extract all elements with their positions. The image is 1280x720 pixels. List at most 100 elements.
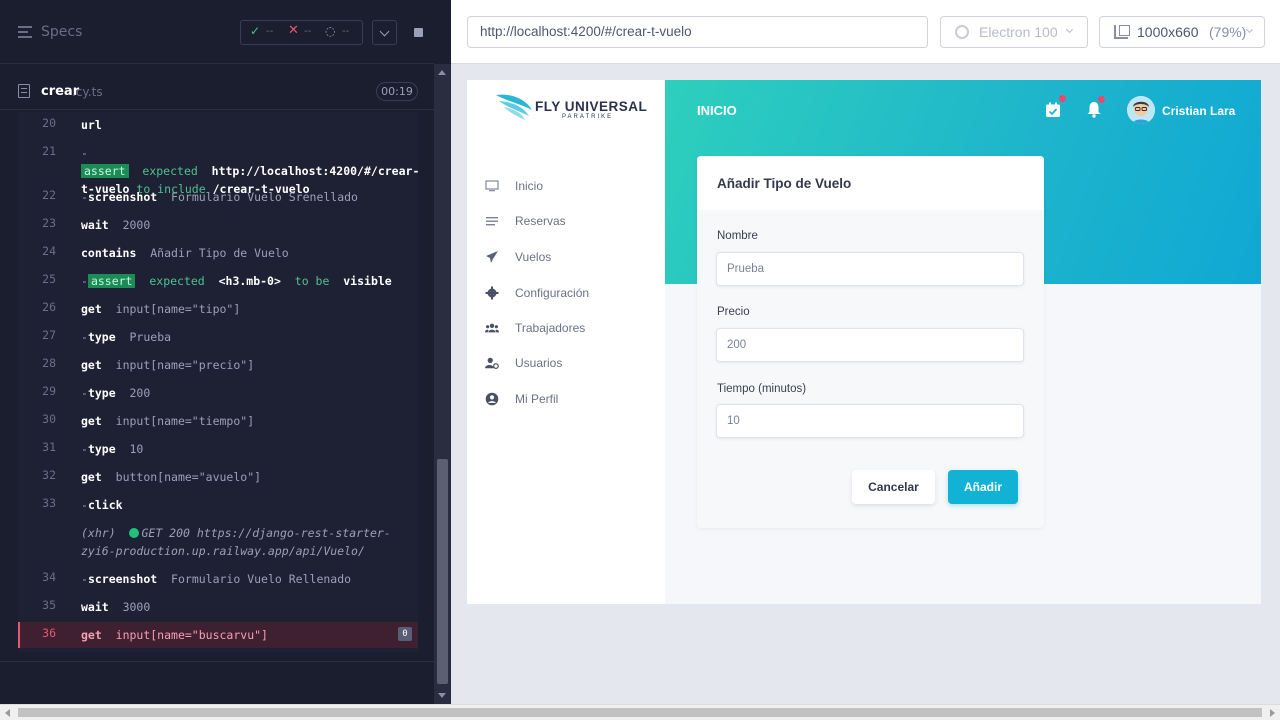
scroll-thumb[interactable] [437, 459, 448, 684]
command-row[interactable]: 24 contains Añadir Tipo de Vuelo [18, 244, 418, 262]
bell-icon[interactable] [1086, 101, 1102, 118]
assert-badge: assert [87, 274, 136, 288]
command-number: 23 [42, 216, 56, 230]
command-row[interactable]: 26 get input[name="tipo"] [18, 300, 418, 318]
command-name: contains [81, 246, 137, 260]
browser-selector[interactable]: Electron 100 [940, 16, 1088, 48]
user-name[interactable]: Cristian Lara [1162, 104, 1235, 118]
command-number: 24 [42, 244, 56, 258]
command-message: Añadir Tipo de Vuelo [150, 246, 289, 260]
nav-item-reservas[interactable]: Reservas [485, 212, 655, 232]
collapse-chevron-button[interactable] [372, 20, 397, 45]
card-header: Añadir Tipo de Vuelo [697, 156, 1044, 210]
assert-text: to be [294, 274, 330, 288]
scroll-thumb[interactable] [18, 708, 1262, 717]
command-message: 10 [129, 442, 144, 456]
specs-menu-icon[interactable] [18, 26, 32, 38]
command-name: get [81, 302, 102, 316]
command-name: screenshot [87, 190, 158, 204]
command-row[interactable]: 23 wait 2000 [18, 216, 418, 234]
users-icon [485, 323, 499, 333]
chevron-down-icon [1065, 25, 1074, 34]
command-row[interactable]: 31 -type 10 [18, 440, 418, 458]
notification-dot [1059, 95, 1066, 102]
specs-label[interactable]: Specs [41, 24, 82, 40]
stop-button[interactable] [405, 20, 430, 45]
command-number: 33 [42, 496, 56, 510]
command-row[interactable]: 32 get button[name="avuelo"] [18, 468, 418, 486]
scroll-left-icon[interactable] [5, 709, 10, 717]
tiempo-label: Tiempo (minutos) [717, 383, 807, 395]
scroll-down-icon[interactable] [438, 693, 446, 698]
nav-item-configuracion[interactable]: Configuración [485, 284, 655, 304]
nav-item-inicio[interactable]: Inicio [485, 177, 655, 197]
command-row[interactable]: 35 wait 3000 [18, 598, 418, 616]
cancel-button[interactable]: Cancelar [852, 470, 935, 504]
precio-input[interactable]: 200 [716, 328, 1024, 362]
command-name: get [81, 414, 102, 428]
scroll-up-icon[interactable] [438, 70, 446, 75]
command-message: button[name="avuelo"] [115, 470, 262, 484]
command-row[interactable]: 21 -assert expected http://localhost:420… [18, 144, 418, 196]
command-row[interactable]: 28 get input[name="precio"] [18, 356, 418, 374]
nav-item-vuelos[interactable]: Vuelos [485, 248, 655, 268]
nav-label: Configuración [515, 286, 590, 300]
failed-command-row[interactable]: 36 get input[name="buscarvu"] 0 [18, 622, 418, 648]
command-message: 200 [129, 386, 151, 400]
command-number: 34 [42, 570, 56, 584]
scroll-right-icon[interactable] [1270, 709, 1275, 717]
runner-toolbar: http://localhost:4200/#/crear-t-vuelo El… [451, 0, 1280, 64]
viewport-selector[interactable]: 1000x660 (79%) [1099, 16, 1265, 48]
horizontal-scrollbar[interactable] [0, 704, 1280, 720]
logo-wing-icon [496, 94, 532, 120]
reporter-header: Specs ✓ -- ✕ -- ◌ -- [0, 0, 434, 64]
browser-label: Electron 100 [979, 24, 1058, 40]
command-row[interactable]: 33 -click [18, 496, 418, 514]
chevron-down-icon [1245, 25, 1254, 34]
file-icon [18, 84, 30, 98]
add-button[interactable]: Añadir [948, 470, 1018, 504]
pending-icon: ◌ [325, 24, 336, 38]
command-row[interactable]: 25 - assert expected <h3.mb-0> to be visi… [18, 272, 418, 290]
command-message: input[name="buscarvu"] [115, 628, 268, 642]
command-row[interactable]: 34 -screenshot Formulario Vuelo Rellenad… [18, 570, 418, 588]
nav-label: Inicio [515, 179, 544, 193]
command-name: type [87, 330, 116, 344]
aut-url-field[interactable]: http://localhost:4200/#/crear-t-vuelo [467, 16, 928, 48]
avatar[interactable] [1127, 96, 1155, 124]
command-message: Formulario Vuelo Rellenado [171, 572, 352, 586]
nav-item-usuarios[interactable]: Usuarios [485, 354, 655, 374]
assert-subject: <h3.mb-0> [218, 274, 281, 288]
xhr-row[interactable]: (xhr) GET 200 https://django-rest-starte… [18, 524, 418, 560]
nombre-label: Nombre [717, 230, 758, 242]
command-log-panel: Specs ✓ -- ✕ -- ◌ -- crear .cy.ts 00:19 … [0, 0, 451, 704]
failed-count: -- [304, 26, 312, 37]
reporter-scrollbar[interactable] [434, 64, 451, 704]
command-number: 35 [42, 598, 56, 612]
nav-label: Mi Perfil [515, 392, 559, 406]
status-dot-icon [129, 528, 140, 538]
command-number: 32 [42, 468, 56, 482]
xhr-label: (xhr) [81, 526, 116, 540]
assert-subject: visible [343, 274, 392, 288]
command-name: type [87, 442, 116, 456]
assert-badge: assert [81, 164, 129, 178]
command-number: 21 [42, 144, 56, 158]
command-row[interactable]: 30 get input[name="tiempo"] [18, 412, 418, 430]
command-row[interactable]: 20 url [18, 116, 418, 134]
page-title: INICIO [697, 103, 737, 118]
command-row[interactable]: 29 -type 200 [18, 384, 418, 402]
paper-plane-icon [486, 251, 498, 263]
command-name: url [81, 118, 102, 132]
assert-text: expected [142, 164, 198, 178]
command-row[interactable]: 22 -screenshot Formulario Vuelo Srenella… [18, 188, 418, 206]
nav-item-mi-perfil[interactable]: Mi Perfil [485, 390, 655, 410]
nombre-input[interactable]: Prueba [716, 252, 1024, 286]
nav-label: Vuelos [515, 250, 552, 264]
tiempo-input[interactable]: 10 [716, 404, 1024, 438]
nav-item-trabajadores[interactable]: Trabajadores [485, 319, 655, 339]
calendar-check-icon[interactable] [1045, 102, 1061, 118]
logo-title: FLY UNIVERSAL [535, 99, 648, 114]
add-flight-type-card: Añadir Tipo de Vuelo Nombre Prueba Preci… [697, 156, 1044, 528]
command-row[interactable]: 27 -type Prueba [18, 328, 418, 346]
